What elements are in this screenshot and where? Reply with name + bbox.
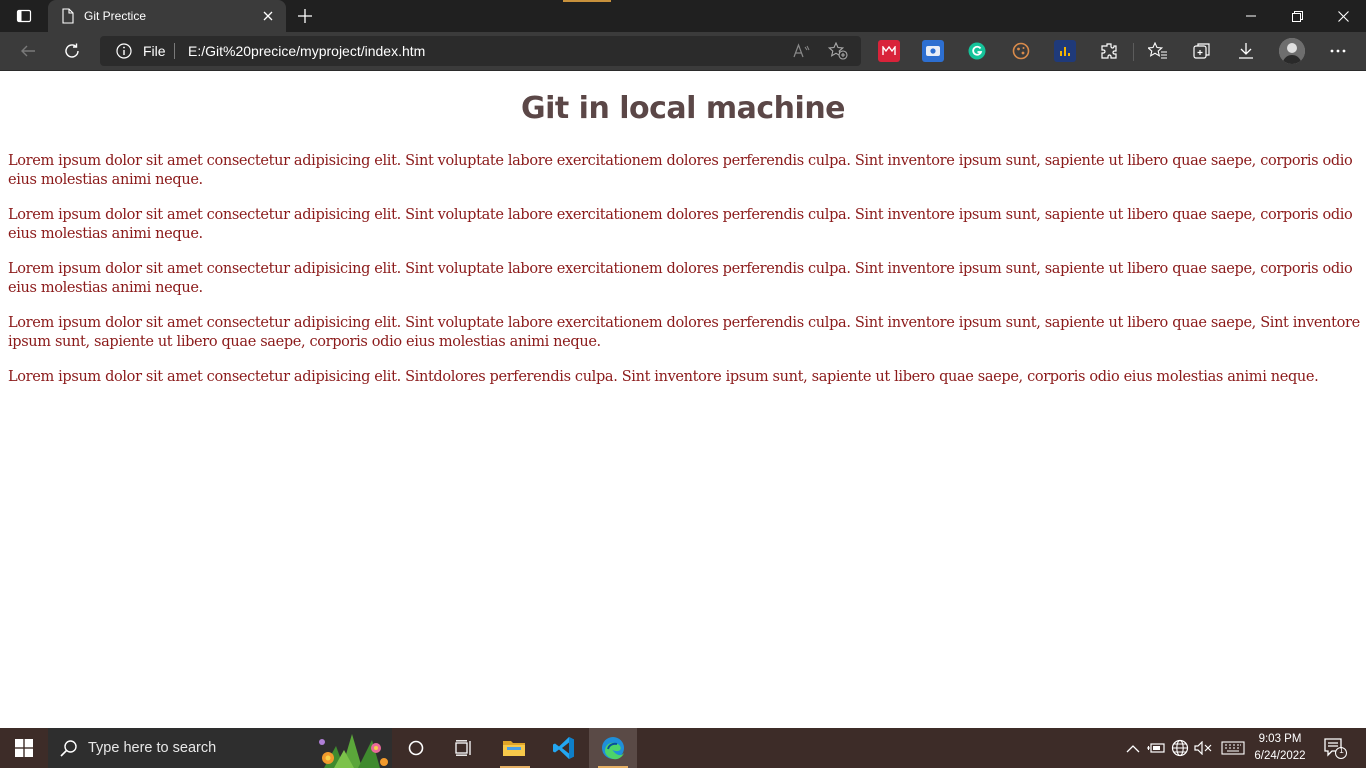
url-text[interactable]: E:/Git%20precice/myproject/index.htm: [188, 43, 425, 59]
paragraph-1: Lorem ipsum dolor sit amet consectetur a…: [8, 153, 1353, 188]
close-tab-icon[interactable]: [256, 4, 280, 28]
paragraph-2: Lorem ipsum dolor sit amet consectetur a…: [8, 207, 1353, 242]
extensions-icon[interactable]: [1098, 40, 1120, 62]
tab-bar: Git Prectice: [0, 0, 1366, 32]
minimize-button[interactable]: [1228, 0, 1274, 32]
restore-button[interactable]: [1274, 0, 1320, 32]
search-highlight-icon: [314, 728, 392, 768]
notification-center-icon[interactable]: 1: [1323, 737, 1347, 759]
address-separator: [174, 43, 175, 59]
read-aloud-icon[interactable]: [790, 39, 814, 63]
downloads-icon[interactable]: [1235, 40, 1257, 62]
collections-icon[interactable]: [1191, 40, 1213, 62]
edge-icon[interactable]: [589, 728, 637, 768]
window-accent: [563, 0, 611, 2]
search-icon: [60, 739, 78, 757]
paragraph-5: Lorem ipsum dolor sit amet consectetur a…: [8, 369, 1319, 385]
analytics-extension-icon[interactable]: [1054, 40, 1076, 62]
toolbar-divider: [1133, 43, 1134, 61]
volume-muted-icon[interactable]: [1194, 739, 1212, 757]
clock-time: 9:03 PM: [1258, 733, 1302, 745]
profile-avatar[interactable]: [1279, 38, 1305, 64]
paragraph-3: Lorem ipsum dolor sit amet consectetur a…: [8, 261, 1353, 296]
tab-title: Git Prectice: [84, 9, 147, 23]
page-title: Git in local machine: [520, 91, 846, 126]
screen-recorder-extension-icon[interactable]: [922, 40, 944, 62]
network-globe-icon[interactable]: [1171, 739, 1189, 757]
browser-toolbar: File E:/Git%20precice/myproject/index.ht…: [0, 32, 1366, 71]
page-content: Git in local machine Lorem ipsum dolor s…: [0, 71, 1366, 728]
cortana-icon[interactable]: [398, 728, 434, 768]
favorites-icon[interactable]: [1147, 40, 1169, 62]
scheme-label: File: [143, 43, 166, 59]
keyboard-icon[interactable]: [1220, 739, 1246, 757]
back-button[interactable]: [12, 35, 44, 67]
document-icon: [60, 8, 76, 24]
file-explorer-icon[interactable]: [490, 728, 538, 768]
start-button[interactable]: [0, 728, 48, 768]
taskbar: Type here to search 9:03 PM 6/24/2022 1: [0, 728, 1366, 768]
refresh-button[interactable]: [56, 35, 88, 67]
taskbar-search[interactable]: Type here to search: [48, 728, 392, 768]
clock-date: 6/24/2022: [1254, 750, 1306, 762]
tab-actions-icon[interactable]: [8, 0, 40, 32]
task-view-icon[interactable]: [446, 728, 482, 768]
vscode-icon[interactable]: [540, 728, 588, 768]
mega-extension-icon[interactable]: [878, 40, 900, 62]
close-window-button[interactable]: [1320, 0, 1366, 32]
address-bar[interactable]: File E:/Git%20precice/myproject/index.ht…: [100, 36, 861, 66]
paragraph-4: Lorem ipsum dolor sit amet consectetur a…: [8, 315, 1360, 350]
cookie-extension-icon[interactable]: [1010, 40, 1032, 62]
taskbar-clock[interactable]: 9:03 PM 6/24/2022: [1246, 731, 1314, 765]
active-tab[interactable]: Git Prectice: [48, 0, 286, 32]
info-icon[interactable]: [116, 43, 132, 59]
notification-count: 1: [1339, 746, 1344, 755]
new-tab-button[interactable]: [292, 4, 318, 28]
add-favorite-icon[interactable]: [826, 39, 850, 63]
chevron-up-icon[interactable]: [1124, 739, 1142, 757]
battery-icon[interactable]: [1147, 739, 1165, 757]
search-placeholder: Type here to search: [88, 740, 217, 756]
grammarly-icon[interactable]: [966, 40, 988, 62]
more-options-icon[interactable]: [1327, 40, 1349, 62]
